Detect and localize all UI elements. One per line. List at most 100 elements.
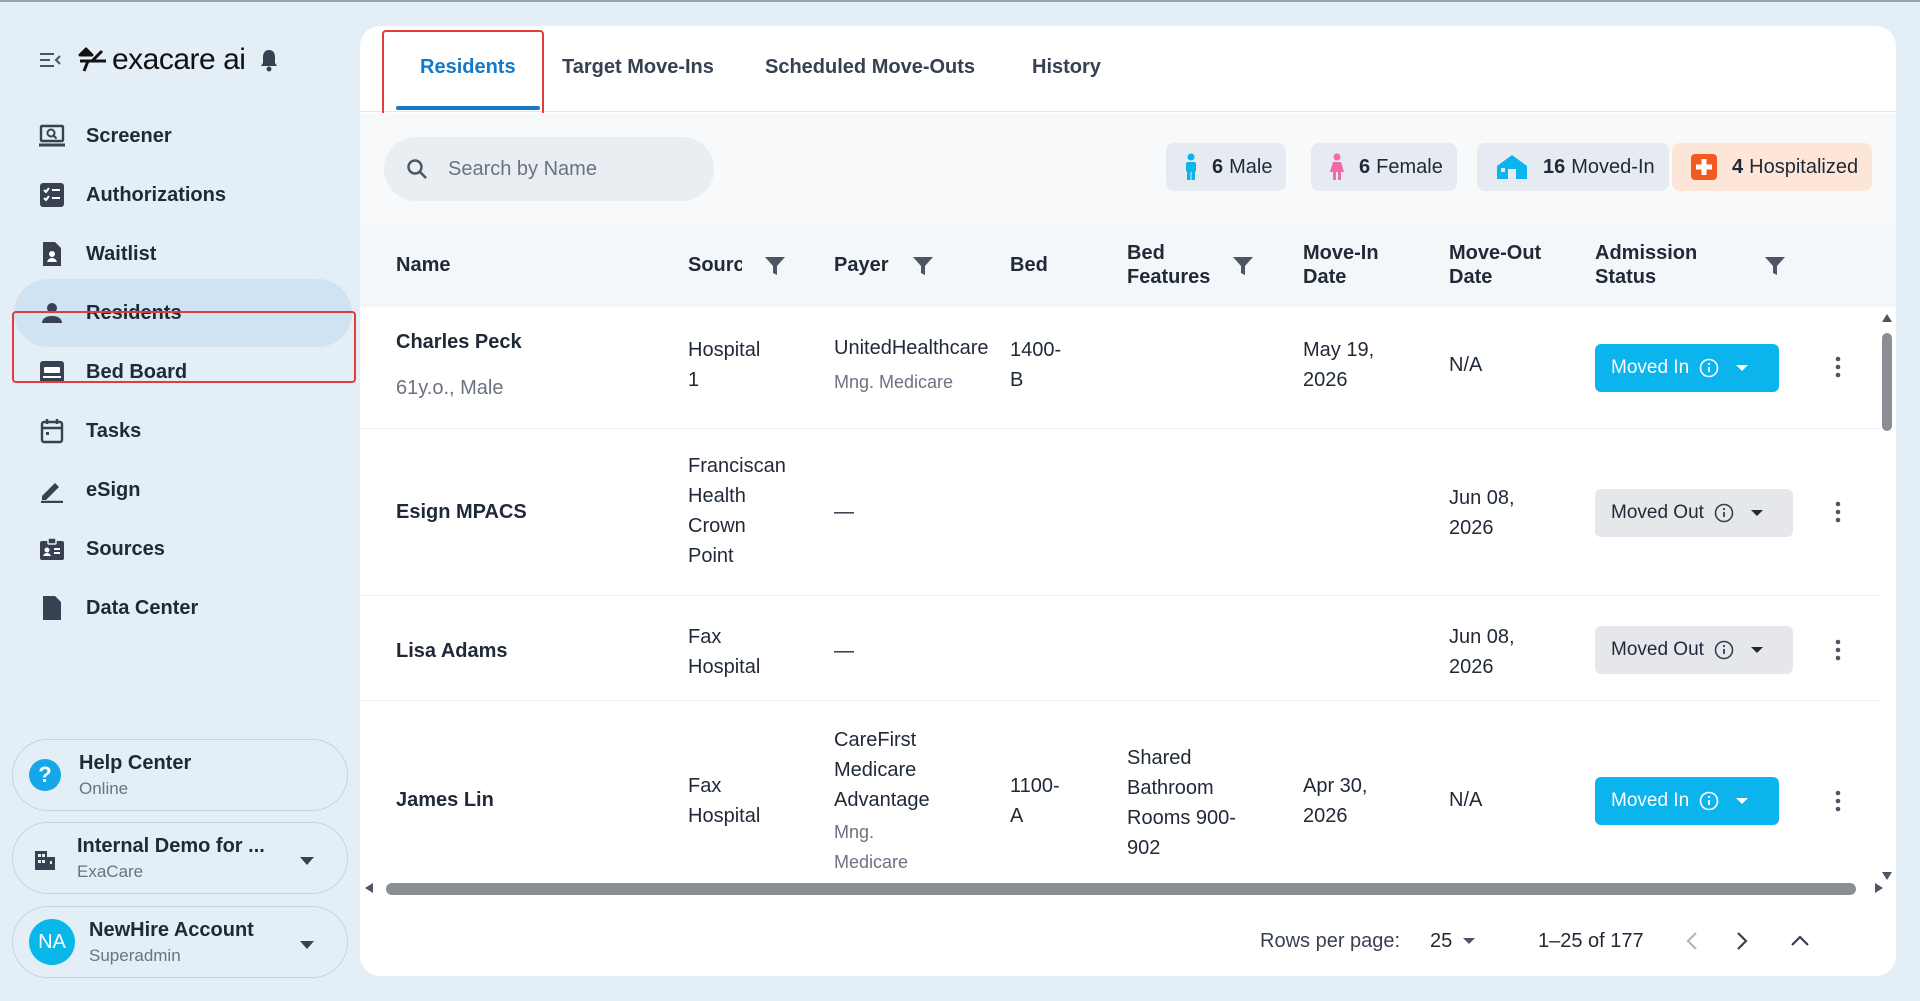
male-count-chip[interactable]: 6 Male	[1166, 143, 1287, 191]
sidebar-item-tasks[interactable]: Tasks	[14, 397, 352, 465]
search-input[interactable]: Search by Name	[384, 137, 714, 201]
column-header-admission-line2[interactable]: Status	[1595, 265, 1656, 289]
column-header-move-out-line2[interactable]: Date	[1449, 265, 1492, 289]
hospitalized-label: Hospitalized	[1749, 155, 1859, 178]
vertical-scrollbar[interactable]	[1880, 313, 1892, 881]
table-row[interactable]: James Lin Fax Hospital CareFirst Medicar…	[360, 701, 1880, 891]
table-row[interactable]: Lisa Adams Fax Hospital — Jun 08, 2026 M…	[360, 596, 1880, 701]
resident-name[interactable]: Esign MPACS	[396, 497, 527, 527]
move-in-date-line: May 19,	[1303, 339, 1375, 361]
table-row[interactable]: Charles Peck 61y.o., Male Hospital 1 Uni…	[360, 307, 1880, 429]
sidebar-item-screener[interactable]: Screener	[14, 102, 352, 170]
hospitalized-count-chip[interactable]: 4 Hospitalized	[1672, 143, 1873, 191]
logo-text: exacare ai	[112, 43, 246, 76]
column-header-admission-line1[interactable]: Admission	[1595, 241, 1697, 265]
sidebar-item-data-center[interactable]: Data Center	[14, 574, 352, 642]
info-icon[interactable]	[1714, 503, 1734, 523]
female-count-chip[interactable]: 6 Female	[1311, 143, 1457, 191]
column-header-source[interactable]: Sourc	[688, 253, 742, 277]
row-actions-kebab-icon[interactable]	[1826, 498, 1850, 526]
resident-name[interactable]: Lisa Adams	[396, 636, 508, 666]
tab-residents[interactable]: Residents	[420, 56, 516, 79]
source-line: Hospital	[688, 656, 761, 678]
pagination: Rows per page: 25 1–25 of 177	[360, 906, 1896, 976]
info-icon[interactable]	[1714, 640, 1734, 660]
sidebar-item-sources[interactable]: Sources	[14, 515, 352, 583]
logo-mark-icon	[78, 47, 106, 72]
info-icon[interactable]	[1699, 791, 1719, 811]
residents-panel: Residents Target Move-Ins Scheduled Move…	[360, 26, 1896, 976]
notifications-bell-icon[interactable]	[259, 48, 279, 72]
column-header-bed[interactable]: Bed	[1010, 253, 1048, 277]
admission-status-dropdown[interactable]: Moved In	[1595, 344, 1779, 392]
info-icon[interactable]	[1699, 358, 1719, 378]
source-line: Health	[688, 485, 746, 507]
calendar-icon	[38, 417, 66, 445]
scroll-left-arrow-icon[interactable]	[364, 882, 374, 894]
payer-type: Mng. Medicare	[834, 372, 954, 392]
moved-in-count: 16	[1543, 155, 1566, 178]
previous-page-chevron-icon[interactable]	[1678, 927, 1706, 955]
tab-history[interactable]: History	[1032, 56, 1101, 79]
next-page-chevron-icon[interactable]	[1728, 927, 1756, 955]
resident-name[interactable]: James Lin	[396, 785, 494, 815]
admission-status-dropdown[interactable]: Moved In	[1595, 777, 1779, 825]
scroll-up-arrow-icon[interactable]	[1881, 313, 1893, 323]
sidebar-item-bed-board[interactable]: Bed Board	[14, 338, 352, 406]
bed-icon	[38, 358, 66, 386]
move-in-date-line: 2026	[1303, 805, 1348, 827]
help-center-card[interactable]: ? Help Center Online	[12, 739, 348, 811]
sidebar-nav: Screener Authorizations Waitlist Residen…	[0, 102, 360, 714]
rows-per-page-label: Rows per page:	[1260, 929, 1401, 952]
table-header: Name Sourc Payer Bed Bed Features Move-I…	[360, 223, 1896, 307]
sidebar-item-waitlist[interactable]: Waitlist	[14, 220, 352, 288]
column-header-move-in-line1[interactable]: Move-In	[1303, 241, 1379, 265]
rows-per-page-select[interactable]: 25	[1430, 930, 1476, 953]
moved-in-count-chip[interactable]: 16 Moved-In	[1477, 143, 1669, 191]
active-tab-indicator	[396, 106, 540, 110]
sidebar-item-authorizations[interactable]: Authorizations	[14, 161, 352, 229]
tab-scheduled-move-outs[interactable]: Scheduled Move-Outs	[765, 56, 975, 79]
column-header-bed-features-line2[interactable]: Features	[1127, 265, 1210, 289]
account-menu[interactable]: NA NewHire Account Superadmin	[12, 906, 348, 978]
column-header-name[interactable]: Name	[396, 253, 450, 277]
pen-icon	[38, 476, 66, 504]
tab-target-move-ins[interactable]: Target Move-Ins	[562, 56, 714, 79]
column-header-bed-features-line1[interactable]: Bed	[1127, 241, 1165, 265]
payer-name: —	[834, 501, 854, 523]
source-line: Franciscan	[688, 455, 786, 477]
resident-name[interactable]: Charles Peck	[396, 327, 522, 357]
checklist-icon	[38, 181, 66, 209]
source-line: Crown	[688, 515, 746, 537]
horizontal-scrollbar[interactable]	[364, 878, 1884, 898]
payer-name: UnitedHealthcare	[834, 337, 989, 359]
bed-features-filter-icon[interactable]	[1232, 255, 1256, 279]
table-row[interactable]: Esign MPACS Franciscan Health Crown Poin…	[360, 429, 1880, 596]
scroll-to-top-chevron-icon[interactable]	[1786, 927, 1814, 955]
vertical-scroll-thumb[interactable]	[1882, 333, 1892, 431]
column-header-move-in-line2[interactable]: Date	[1303, 265, 1346, 289]
admission-status-dropdown[interactable]: Moved Out	[1595, 626, 1793, 674]
payer-filter-icon[interactable]	[912, 255, 936, 279]
source-filter-icon[interactable]	[764, 255, 788, 279]
admission-status-dropdown[interactable]: Moved Out	[1595, 489, 1793, 537]
source-line: Hospital	[688, 339, 761, 361]
sidebar-item-esign[interactable]: eSign	[14, 456, 352, 524]
sidebar-item-residents[interactable]: Residents	[14, 279, 352, 347]
scroll-right-arrow-icon[interactable]	[1874, 882, 1884, 894]
move-out-date-line: 2026	[1449, 656, 1494, 678]
collapse-menu-icon[interactable]	[38, 50, 62, 70]
female-count: 6	[1359, 155, 1371, 178]
sidebar: exacare ai Screener Authorizations Waitl…	[0, 2, 360, 1001]
help-center-title: Help Center	[79, 751, 192, 774]
row-actions-kebab-icon[interactable]	[1826, 636, 1850, 664]
column-header-move-out-line1[interactable]: Move-Out	[1449, 241, 1541, 265]
row-actions-kebab-icon[interactable]	[1826, 353, 1850, 381]
column-header-payer[interactable]: Payer	[834, 253, 889, 277]
horizontal-scroll-thumb[interactable]	[386, 883, 1856, 895]
id-badge-icon	[38, 535, 66, 563]
row-actions-kebab-icon[interactable]	[1826, 787, 1850, 815]
organization-switcher[interactable]: Internal Demo for ... ExaCare	[12, 822, 348, 894]
female-label: Female	[1376, 155, 1443, 178]
admission-status-filter-icon[interactable]	[1764, 255, 1788, 279]
